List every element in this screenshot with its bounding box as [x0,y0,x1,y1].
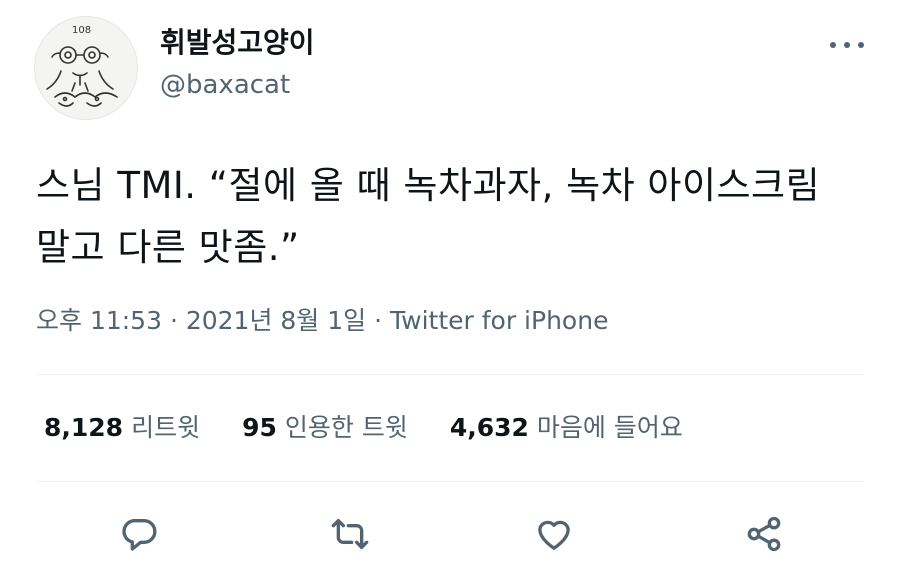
more-options-icon[interactable] [830,30,864,60]
display-name[interactable]: 휘발성고양이 [160,26,315,60]
doodle-cat-avatar-icon: 108 [46,25,118,107]
quote-tweet-stat[interactable]: 95 인용한 트윗 [242,408,408,448]
divider [36,374,864,375]
tweet-stats: 8,128 리트윗 95 인용한 트윗 4,632 마음에 들어요 [44,408,725,448]
quote-tweet-label: 인용한 트윗 [284,413,408,442]
tweet-timestamp[interactable]: 오후 11:53 · 2021년 8월 1일 · Twitter for iPh… [36,301,608,341]
reply-button[interactable] [117,512,161,556]
tweet-text: 스님 TMI. “절에 올 때 녹차과자, 녹차 아이스크림 말고 다른 맛좀.… [36,164,821,269]
share-icon [747,516,781,552]
reply-icon [122,519,157,551]
svg-text:108: 108 [72,25,91,36]
quote-tweet-count: 95 [242,413,277,442]
retweet-count: 8,128 [44,413,124,442]
share-button[interactable] [742,512,786,556]
like-label: 마음에 들어요 [536,413,683,442]
like-count: 4,632 [449,413,529,442]
retweet-stat[interactable]: 8,128 리트윗 [44,408,200,448]
divider [36,481,864,482]
retweet-button[interactable] [328,512,372,556]
retweet-icon [331,519,369,549]
avatar[interactable]: 108 [34,16,138,120]
like-button[interactable] [532,512,576,556]
like-stat[interactable]: 4,632 마음에 들어요 [450,408,683,448]
retweet-label: 리트윗 [131,413,201,442]
user-handle[interactable]: @baxacat [160,68,290,102]
like-icon [538,520,570,550]
